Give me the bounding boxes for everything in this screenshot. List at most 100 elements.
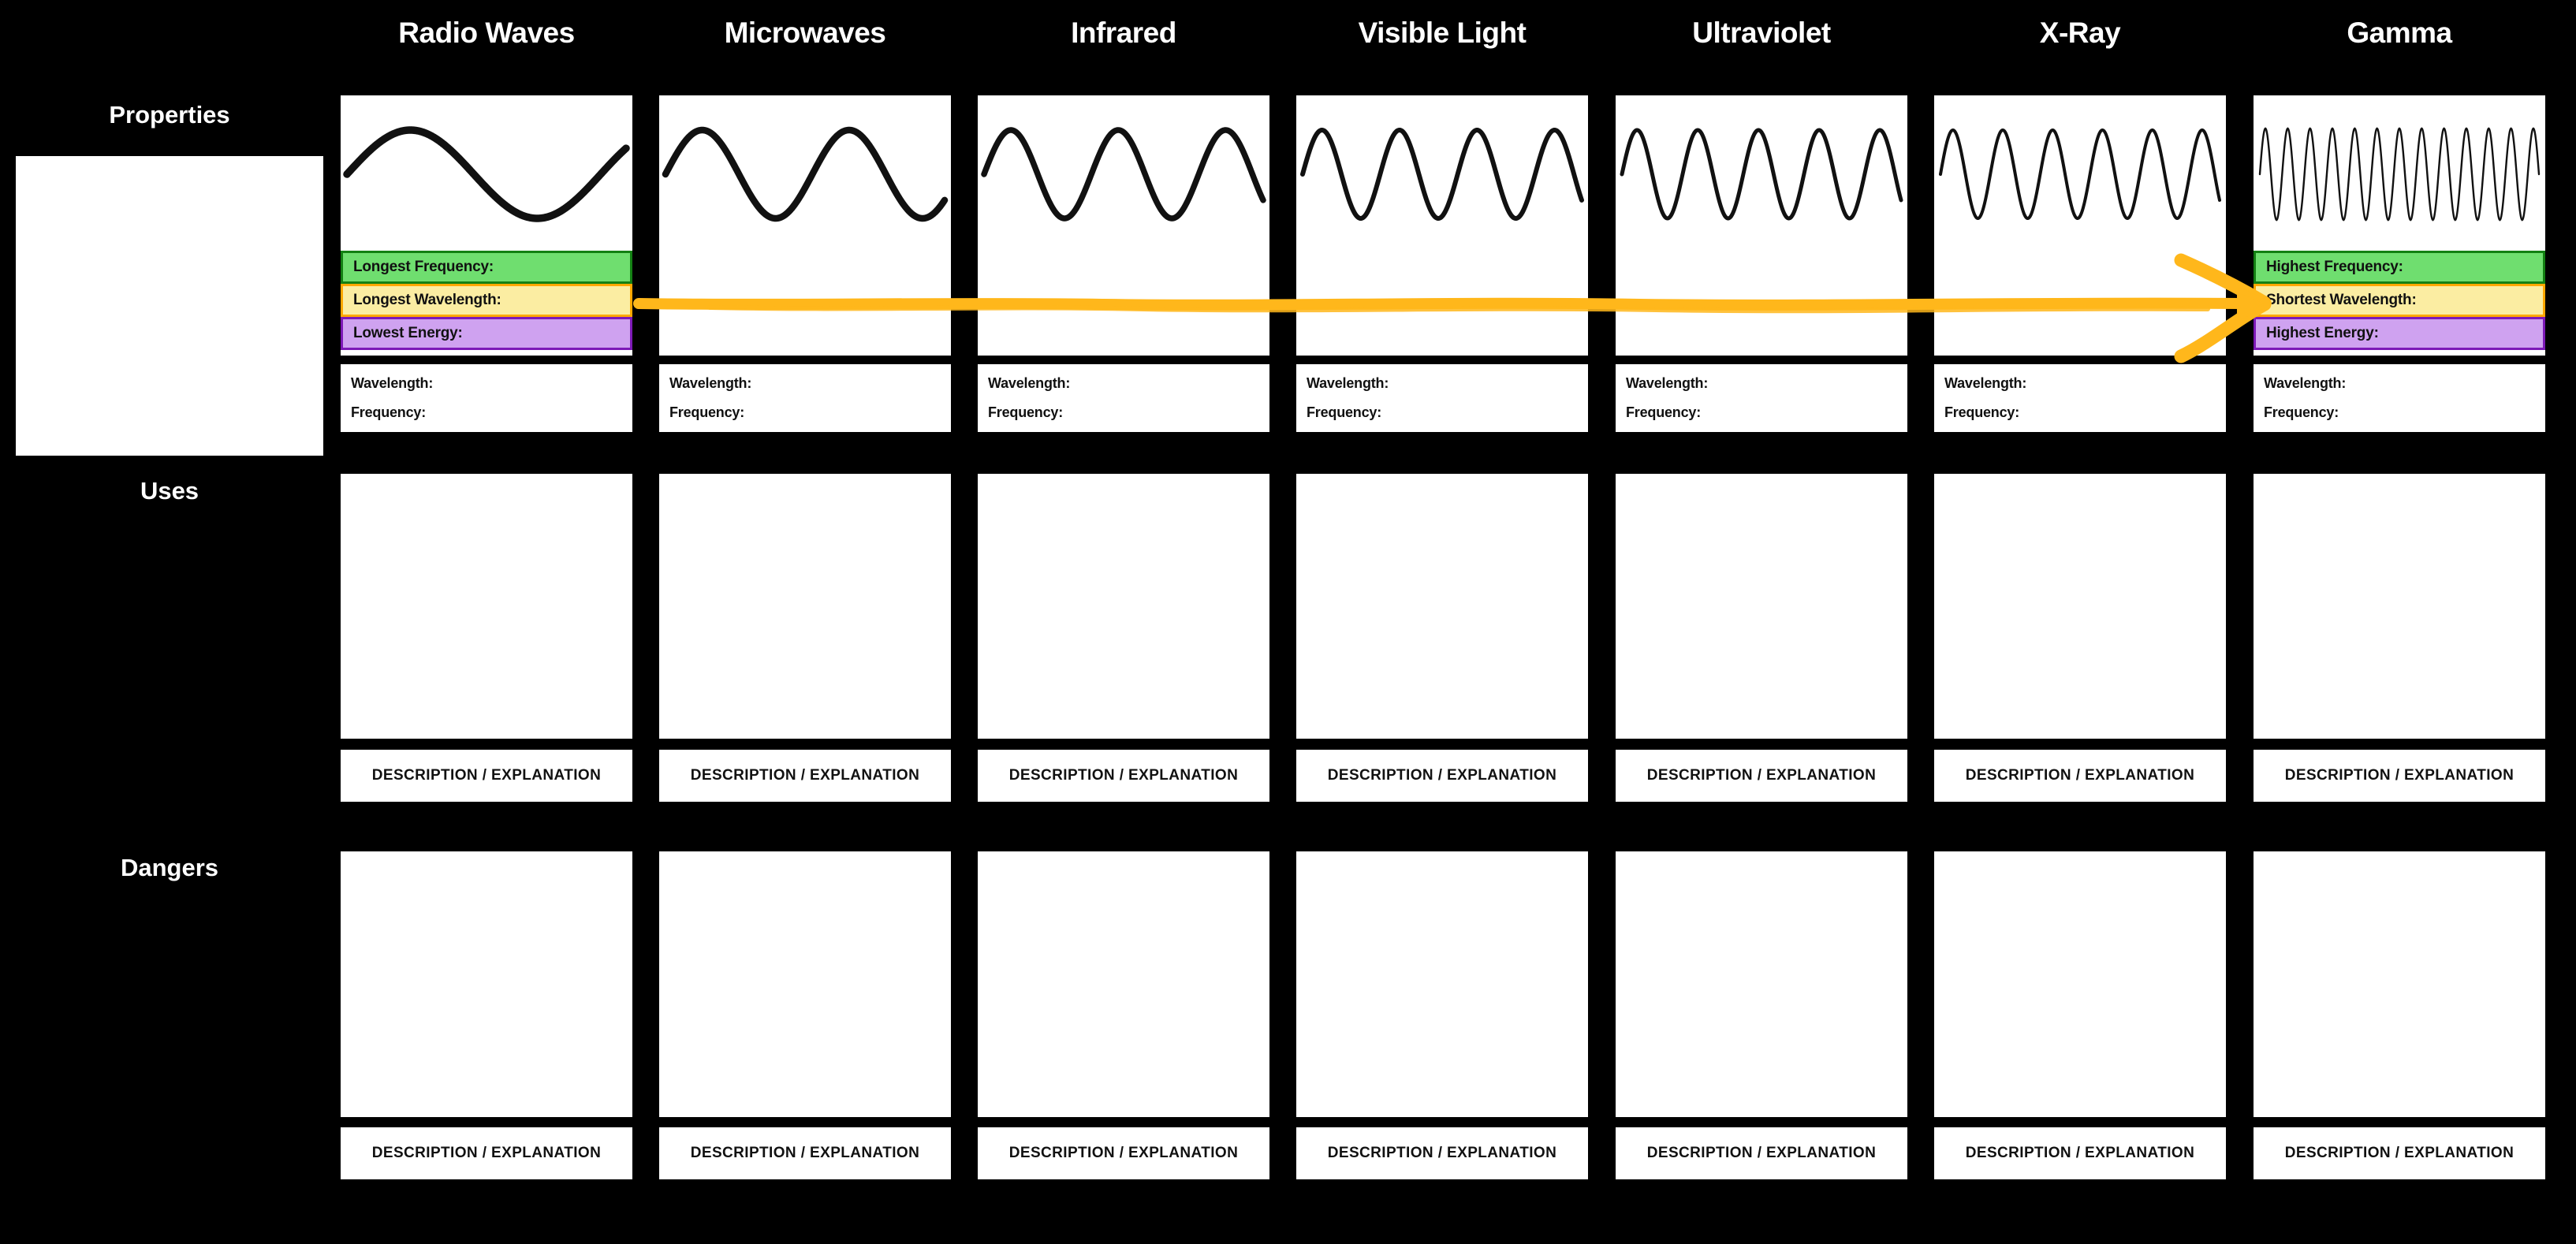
column-header-label: X-Ray xyxy=(2039,17,2121,49)
properties-notes-panel[interactable] xyxy=(16,156,323,456)
column-header-gamma: Gamma xyxy=(2254,16,2545,50)
description-label: DESCRIPTION / EXPLANATION xyxy=(371,1145,602,1161)
property-bar-radio-energy: Lowest Energy: xyxy=(341,317,632,350)
wavelength-label: Wavelength: xyxy=(2264,375,2347,391)
description-label: DESCRIPTION / EXPLANATION xyxy=(690,767,920,784)
uses-description-xray[interactable]: DESCRIPTION / EXPLANATION xyxy=(1934,750,2226,802)
dangers-description-visible-light[interactable]: DESCRIPTION / EXPLANATION xyxy=(1296,1127,1588,1179)
dangers-description-xray[interactable]: DESCRIPTION / EXPLANATION xyxy=(1934,1127,2226,1179)
description-label: DESCRIPTION / EXPLANATION xyxy=(1646,767,1877,784)
wavelength-label: Wavelength: xyxy=(351,375,434,391)
description-label: DESCRIPTION / EXPLANATION xyxy=(1008,1145,1239,1161)
uses-panel-radio[interactable] xyxy=(341,474,632,739)
property-bar-label: Shortest Wavelength: xyxy=(2266,292,2417,308)
wavelength-label: Wavelength: xyxy=(1307,375,1389,391)
wave-box-infrared xyxy=(978,95,1269,356)
description-label: DESCRIPTION / EXPLANATION xyxy=(1008,767,1239,784)
dangers-panel-ultraviolet[interactable] xyxy=(1616,851,1907,1117)
column-header-label: Gamma xyxy=(2347,17,2452,49)
dangers-panel-microwaves[interactable] xyxy=(659,851,951,1117)
description-label: DESCRIPTION / EXPLANATION xyxy=(1965,1145,2195,1161)
wf-box-gamma[interactable]: Wavelength: Frequency: xyxy=(2254,364,2545,432)
dangers-description-radio[interactable]: DESCRIPTION / EXPLANATION xyxy=(341,1127,632,1179)
uses-description-radio[interactable]: DESCRIPTION / EXPLANATION xyxy=(341,750,632,802)
column-header-microwaves: Microwaves xyxy=(659,16,951,50)
description-label: DESCRIPTION / EXPLANATION xyxy=(2284,767,2514,784)
description-label: DESCRIPTION / EXPLANATION xyxy=(2284,1145,2514,1161)
uses-description-visible-light[interactable]: DESCRIPTION / EXPLANATION xyxy=(1296,750,1588,802)
uses-description-gamma[interactable]: DESCRIPTION / EXPLANATION xyxy=(2254,750,2545,802)
column-header-label: Visible Light xyxy=(1358,17,1527,49)
wf-box-microwaves[interactable]: Wavelength: Frequency: xyxy=(659,364,951,432)
row-label-uses: Uses xyxy=(140,477,199,505)
column-header-label: Microwaves xyxy=(724,17,886,49)
column-header-label: Radio Waves xyxy=(398,17,575,49)
uses-description-microwaves[interactable]: DESCRIPTION / EXPLANATION xyxy=(659,750,951,802)
uses-panel-visible-light[interactable] xyxy=(1296,474,1588,739)
column-header-visible-light: Visible Light xyxy=(1296,16,1588,50)
wf-box-visible-light[interactable]: Wavelength: Frequency: xyxy=(1296,364,1588,432)
column-header-label: Infrared xyxy=(1071,17,1176,49)
frequency-label: Frequency: xyxy=(1307,404,1382,420)
property-bar-label: Highest Frequency: xyxy=(2266,259,2403,275)
wavelength-label: Wavelength: xyxy=(1944,375,2027,391)
frequency-label: Frequency: xyxy=(988,404,1064,420)
uses-panel-infrared[interactable] xyxy=(978,474,1269,739)
frequency-label: Frequency: xyxy=(669,404,745,420)
property-bar-radio-frequency: Longest Frequency: xyxy=(341,251,632,284)
frequency-label: Frequency: xyxy=(1944,404,2020,420)
dangers-panel-gamma[interactable] xyxy=(2254,851,2545,1117)
wf-box-xray[interactable]: Wavelength: Frequency: xyxy=(1934,364,2226,432)
wavelength-label: Wavelength: xyxy=(669,375,752,391)
description-label: DESCRIPTION / EXPLANATION xyxy=(1327,1145,1557,1161)
wf-box-radio[interactable]: Wavelength: Frequency: xyxy=(341,364,632,432)
wavelength-label: Wavelength: xyxy=(988,375,1071,391)
property-bar-gamma-wavelength: Shortest Wavelength: xyxy=(2254,284,2545,317)
dangers-description-microwaves[interactable]: DESCRIPTION / EXPLANATION xyxy=(659,1127,951,1179)
wave-box-microwaves xyxy=(659,95,951,356)
dangers-panel-radio[interactable] xyxy=(341,851,632,1117)
waveform-visible-light xyxy=(1300,127,1584,222)
uses-panel-xray[interactable] xyxy=(1934,474,2226,739)
property-bar-gamma-energy: Highest Energy: xyxy=(2254,317,2545,350)
uses-panel-ultraviolet[interactable] xyxy=(1616,474,1907,739)
description-label: DESCRIPTION / EXPLANATION xyxy=(371,767,602,784)
dangers-description-infrared[interactable]: DESCRIPTION / EXPLANATION xyxy=(978,1127,1269,1179)
wavelength-label: Wavelength: xyxy=(1626,375,1709,391)
property-bar-label: Lowest Energy: xyxy=(353,325,463,341)
column-header-radio: Radio Waves xyxy=(341,16,632,50)
dangers-panel-visible-light[interactable] xyxy=(1296,851,1588,1117)
wave-box-visible-light xyxy=(1296,95,1588,356)
wf-box-ultraviolet[interactable]: Wavelength: Frequency: xyxy=(1616,364,1907,432)
row-label-dangers: Dangers xyxy=(120,854,219,881)
wave-box-ultraviolet xyxy=(1616,95,1907,356)
property-bar-radio-wavelength: Longest Wavelength: xyxy=(341,284,632,317)
waveform-ultraviolet xyxy=(1620,128,1903,221)
column-header-label: Ultraviolet xyxy=(1692,17,1831,49)
column-header-infrared: Infrared xyxy=(978,16,1269,50)
spectrum-worksheet: Radio Waves Microwaves Infrared Visible … xyxy=(0,0,2576,1244)
dangers-panel-infrared[interactable] xyxy=(978,851,1269,1117)
uses-panel-microwaves[interactable] xyxy=(659,474,951,739)
waveform-microwaves xyxy=(662,126,949,222)
property-bar-label: Longest Frequency: xyxy=(353,259,494,275)
description-label: DESCRIPTION / EXPLANATION xyxy=(1327,767,1557,784)
column-header-ultraviolet: Ultraviolet xyxy=(1616,16,1907,50)
dangers-panel-xray[interactable] xyxy=(1934,851,2226,1117)
description-label: DESCRIPTION / EXPLANATION xyxy=(1965,767,2195,784)
frequency-label: Frequency: xyxy=(1626,404,1702,420)
uses-description-infrared[interactable]: DESCRIPTION / EXPLANATION xyxy=(978,750,1269,802)
uses-panel-gamma[interactable] xyxy=(2254,474,2545,739)
property-bar-gamma-frequency: Highest Frequency: xyxy=(2254,251,2545,284)
column-header-xray: X-Ray xyxy=(1934,16,2226,50)
description-label: DESCRIPTION / EXPLANATION xyxy=(1646,1145,1877,1161)
dangers-description-gamma[interactable]: DESCRIPTION / EXPLANATION xyxy=(2254,1127,2545,1179)
uses-description-ultraviolet[interactable]: DESCRIPTION / EXPLANATION xyxy=(1616,750,1907,802)
frequency-label: Frequency: xyxy=(2264,404,2339,420)
description-label: DESCRIPTION / EXPLANATION xyxy=(690,1145,920,1161)
property-bar-label: Highest Energy: xyxy=(2266,325,2379,341)
property-bar-label: Longest Wavelength: xyxy=(353,292,501,308)
dangers-description-ultraviolet[interactable]: DESCRIPTION / EXPLANATION xyxy=(1616,1127,1907,1179)
wf-box-infrared[interactable]: Wavelength: Frequency: xyxy=(978,364,1269,432)
wave-box-xray xyxy=(1934,95,2226,356)
